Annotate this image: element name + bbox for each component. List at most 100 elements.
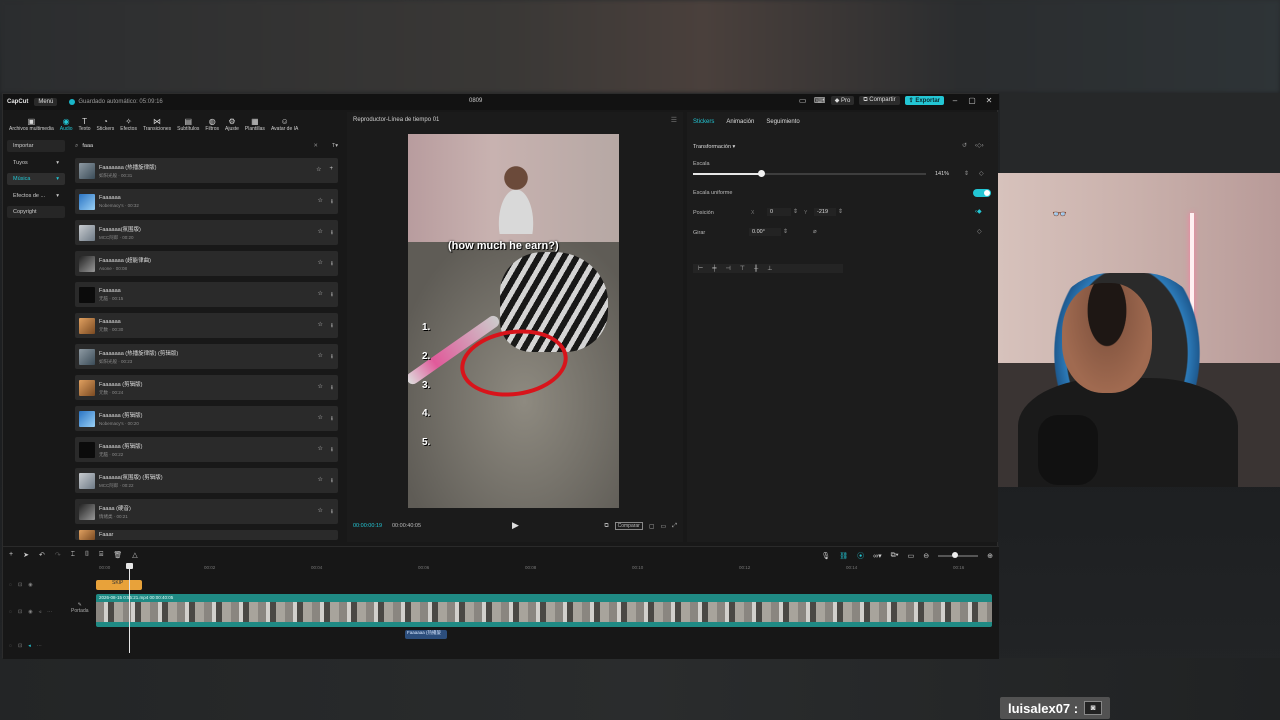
favorite-icon[interactable]: ☆: [318, 197, 323, 207]
link-icon[interactable]: ⛓: [839, 552, 848, 560]
list-item[interactable]: Faaaaaaa (超能律曲) Asone · 00:08 ☆ ⭳: [75, 251, 338, 276]
audio-toggle-icon[interactable]: ◃: [39, 609, 42, 615]
download-icon[interactable]: ⭳: [331, 352, 333, 362]
align-middle-icon[interactable]: ╫: [754, 266, 758, 272]
tab-tracking[interactable]: Seguimiento: [766, 119, 799, 125]
list-item[interactable]: Faaaaaa (剪辑版) 无脑 · 00:22 ☆ ⭳: [75, 437, 338, 462]
reset-icon[interactable]: ↺: [962, 142, 967, 149]
add-icon[interactable]: +: [329, 166, 333, 173]
add-track-icon[interactable]: +: [9, 551, 13, 559]
compare-button[interactable]: Comparar: [614, 522, 643, 530]
tool-adjust[interactable]: ⚙ Ajuste: [222, 112, 242, 134]
download-icon[interactable]: ⭳: [331, 290, 333, 300]
more-icon[interactable]: ⋯: [37, 643, 42, 649]
export-button[interactable]: ⇪ Exportar: [904, 96, 944, 105]
menu-icon[interactable]: ☰: [671, 116, 677, 124]
lock-icon[interactable]: ⊡: [18, 609, 22, 615]
list-item[interactable]: Faaaaaa 元数 · 00:30 ☆ ⭳: [75, 313, 338, 338]
visibility-icon[interactable]: ◌: [9, 643, 12, 649]
maximize-icon[interactable]: ▢: [966, 96, 978, 105]
search-bar[interactable]: ⌕ faaa ✕ T▾: [75, 141, 340, 151]
delete-icon[interactable]: 🗑: [113, 551, 122, 559]
favorite-icon[interactable]: ☆: [318, 414, 323, 424]
stepper-icon[interactable]: ⇕: [838, 208, 843, 215]
scale-slider-knob[interactable]: [757, 170, 765, 177]
stepper-icon[interactable]: ⇕: [964, 170, 969, 177]
favorite-icon[interactable]: ☆: [318, 321, 323, 331]
stepper-icon[interactable]: ⇕: [783, 228, 788, 235]
favorite-icon[interactable]: ☆: [318, 507, 323, 517]
download-icon[interactable]: ⭳: [331, 445, 333, 455]
download-icon[interactable]: ⭳: [331, 197, 333, 207]
tool-text[interactable]: T Texto: [76, 112, 94, 134]
zoom-out-icon[interactable]: ⊖: [923, 552, 929, 560]
undo-icon[interactable]: ↶: [39, 551, 45, 559]
download-icon[interactable]: ⭳: [331, 228, 333, 238]
favorite-icon[interactable]: ☆: [318, 290, 323, 300]
favorite-icon[interactable]: ☆: [318, 352, 323, 362]
rotate-field[interactable]: 0.00°: [749, 228, 781, 236]
list-item[interactable]: Faaaa (硬音) 情绪类 · 00:21 ☆ ⭳: [75, 499, 338, 524]
split-right-icon[interactable]: ⌸: [99, 551, 103, 559]
audio-clip[interactable]: Faaaaaa (热播旋: [405, 630, 447, 639]
list-item[interactable]: Faaaaaa (剪辑版) 元数 · 00:24 ☆ ⭳: [75, 375, 338, 400]
stepper-icon[interactable]: ⇕: [793, 208, 798, 215]
volume-icon[interactable]: ◂: [28, 643, 31, 649]
layout-icon[interactable]: ▭: [797, 96, 809, 105]
fullscreen-icon[interactable]: ⤢: [672, 523, 677, 530]
tool-ai-avatar[interactable]: ☺ Avatar de IA: [268, 112, 301, 134]
filter-icon[interactable]: T▾: [332, 143, 338, 149]
align-center-icon[interactable]: ╪: [712, 266, 716, 272]
list-item[interactable]: Faaaaaa(氛围版) MCC阿郎 · 00:20 ☆ ⭳: [75, 220, 338, 245]
main-video-clip[interactable]: 2026-08-15 0:55:21.mp4 00:00:40:05: [96, 594, 992, 627]
timeline-ruler[interactable]: 00:00 00:02 00:04 00:06 00:08 00:10 00:1…: [96, 565, 992, 573]
keyframe-icon[interactable]: ‹◇›: [975, 142, 984, 149]
minimize-icon[interactable]: –: [949, 96, 961, 105]
ratio-icon[interactable]: ▭: [661, 523, 667, 530]
select-tool-icon[interactable]: ➤: [23, 551, 29, 559]
list-item[interactable]: Faaar: [75, 530, 338, 540]
list-item[interactable]: Faaaaaa 无脑 · 00:15 ☆ ⭳: [75, 282, 338, 307]
lock-icon[interactable]: ⊡: [18, 582, 22, 588]
keyframe-icon[interactable]: ◇: [979, 170, 984, 177]
list-item[interactable]: Faaaaaa(氛围版) (剪辑版) MCC阿郎 · 00:22 ☆ ⭳: [75, 468, 338, 493]
sticker-clip[interactable]: SKIP: [96, 580, 142, 590]
eye-icon[interactable]: ◉: [28, 582, 32, 588]
keyboard-icon[interactable]: ⌨: [814, 96, 826, 105]
playhead[interactable]: [126, 563, 133, 653]
visibility-icon[interactable]: ◌: [9, 609, 12, 615]
sidebar-item-sound-effects[interactable]: Efectos de ... ▾: [7, 190, 65, 202]
lock-icon[interactable]: ⊡: [18, 643, 22, 649]
favorite-icon[interactable]: ☆: [318, 228, 323, 238]
snap-icon[interactable]: ⧉▾: [891, 552, 899, 560]
download-icon[interactable]: ⭳: [331, 476, 333, 486]
tool-effects[interactable]: ✧ Efectos: [117, 112, 140, 134]
visibility-icon[interactable]: ◌: [9, 582, 12, 588]
microphone-icon[interactable]: 🎙: [821, 552, 830, 560]
tool-audio[interactable]: ◉ Audio: [57, 112, 76, 134]
sidebar-item-yours[interactable]: Tuyos ▾: [7, 157, 65, 169]
favorite-icon[interactable]: ☆: [318, 259, 323, 269]
list-item[interactable]: Faaaaaa Nobemacy's · 00:32 ☆ ⭳: [75, 189, 338, 214]
download-icon[interactable]: ⭳: [331, 259, 333, 269]
favorite-icon[interactable]: ☆: [318, 383, 323, 393]
tool-subtitles[interactable]: ▤ Subtítulos: [174, 112, 202, 134]
search-input[interactable]: faaa: [82, 143, 93, 149]
align-left-icon[interactable]: ⊢: [698, 265, 703, 272]
favorite-icon[interactable]: ☆: [318, 445, 323, 455]
keyframe-active-icon[interactable]: ‹◆: [975, 208, 982, 215]
list-item[interactable]: Faaaaaa (剪辑版) Nobemacy's · 00:20 ☆ ⭳: [75, 406, 338, 431]
position-x-field[interactable]: 0: [767, 208, 791, 216]
position-y-field[interactable]: -219: [814, 208, 836, 216]
download-icon[interactable]: ⭳: [331, 383, 333, 393]
zoom-slider[interactable]: [938, 552, 979, 558]
split-left-icon[interactable]: ⌷: [85, 551, 89, 559]
tool-stickers[interactable]: ◔ Stickers: [94, 112, 118, 134]
scale-slider[interactable]: [693, 170, 926, 177]
eye-icon[interactable]: ◉: [28, 609, 32, 615]
download-icon[interactable]: ⭳: [331, 321, 333, 331]
close-icon[interactable]: ✕: [983, 96, 995, 105]
pro-button[interactable]: ◆ Pro: [830, 96, 855, 105]
list-item[interactable]: Faaaaaaa (热播旋律版) (剪辑版) 如阳光般 · 00:23 ☆ ⭳: [75, 344, 338, 369]
caption-icon[interactable]: ▭: [908, 552, 915, 560]
